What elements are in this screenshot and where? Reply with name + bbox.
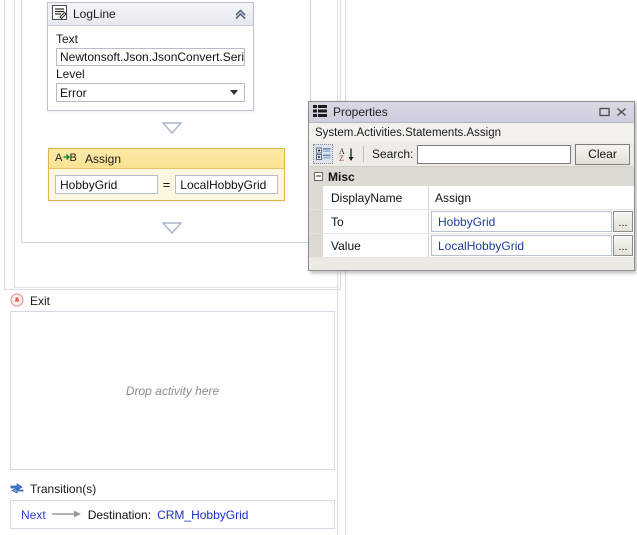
svg-text:Z: Z — [339, 154, 344, 162]
transitions-icon — [10, 481, 24, 498]
toolbar-separator — [363, 146, 364, 162]
transition-next-link[interactable]: Next — [21, 508, 46, 522]
property-name: Value — [323, 234, 429, 257]
level-dropdown[interactable]: Error — [56, 83, 245, 102]
transition-destination-link[interactable]: CRM_HobbyGrid — [157, 508, 248, 522]
connector-arrow-bottom — [161, 222, 183, 235]
assign-title: Assign — [85, 151, 122, 166]
assign-to-input[interactable]: HobbyGrid — [55, 175, 158, 194]
svg-text:B: B — [70, 152, 77, 163]
assign-activity[interactable]: A B Assign HobbyGrid = LocalHobbyGrid — [48, 148, 285, 201]
properties-title: Properties — [333, 105, 388, 119]
properties-window[interactable]: Properties System.Activities.Statements.… — [308, 101, 635, 271]
text-field-input[interactable]: Newtonsoft.Json.JsonConvert.Serialize — [56, 48, 245, 66]
table-row[interactable]: DisplayName Assign — [309, 186, 634, 210]
exit-icon — [10, 293, 24, 310]
property-ellipsis-button[interactable]: ... — [613, 235, 633, 256]
table-row[interactable]: Value LocalHobbyGrid ... — [309, 234, 634, 258]
exit-section-label: Exit — [30, 294, 51, 308]
exit-dropzone[interactable]: Drop activity here — [10, 311, 335, 470]
properties-grid-icon — [313, 104, 327, 120]
search-input[interactable] — [417, 144, 571, 164]
properties-titlebar[interactable]: Properties — [309, 102, 634, 123]
transitions-section-header: Transition(s) — [10, 480, 96, 498]
row-gutter — [309, 234, 323, 257]
chevron-down-icon — [230, 90, 238, 95]
alphabetical-sort-icon[interactable]: A Z — [337, 144, 357, 164]
categorized-view-icon[interactable] — [313, 144, 333, 164]
table-row[interactable]: To HobbyGrid ... — [309, 210, 634, 234]
logline-icon — [52, 5, 67, 23]
transition-row[interactable]: Next Destination: CRM_HobbyGrid — [10, 500, 335, 529]
logline-body: Text Newtonsoft.Json.JsonConvert.Seriali… — [48, 26, 253, 110]
chevron-double-up-icon[interactable] — [231, 5, 249, 23]
property-ellipsis-button[interactable]: ... — [613, 211, 633, 232]
transition-destination-label: Destination: — [87, 507, 152, 522]
property-name: DisplayName — [323, 186, 429, 209]
property-value[interactable]: Assign — [429, 186, 634, 209]
logline-title: LogLine — [73, 7, 116, 21]
property-value[interactable]: LocalHobbyGrid — [431, 235, 612, 256]
category-label: Misc — [328, 169, 355, 184]
row-gutter — [309, 186, 323, 209]
close-icon[interactable] — [613, 105, 630, 120]
exit-section-header: Exit — [10, 292, 50, 310]
arrow-right-icon — [51, 508, 82, 522]
assign-body: HobbyGrid = LocalHobbyGrid — [49, 169, 284, 200]
logline-activity[interactable]: LogLine Text Newtonsoft.Json.JsonConvert… — [47, 2, 254, 111]
assign-equals-sign: = — [162, 177, 171, 192]
row-gutter — [309, 210, 323, 233]
exit-dropzone-text: Drop activity here — [125, 383, 220, 398]
maximize-icon[interactable] — [596, 105, 613, 120]
assign-ab-icon: A B — [55, 151, 79, 166]
properties-type-name: System.Activities.Statements.Assign — [309, 123, 634, 142]
assign-header[interactable]: A B Assign — [49, 149, 284, 169]
property-value[interactable]: HobbyGrid — [431, 211, 612, 232]
text-field-label: Text — [56, 32, 79, 46]
clear-button[interactable]: Clear — [575, 143, 630, 165]
transitions-section-label: Transition(s) — [30, 482, 97, 496]
search-label: Search: — [372, 147, 414, 161]
svg-text:A: A — [55, 152, 63, 163]
level-field-label: Level — [56, 67, 85, 81]
level-dropdown-value: Error — [60, 85, 87, 100]
properties-toolbar: A Z Search: Clear — [309, 142, 634, 167]
workflow-designer-canvas: LogLine Text Newtonsoft.Json.JsonConvert… — [0, 0, 345, 535]
property-category-misc[interactable]: − Misc — [309, 167, 634, 186]
category-expander-icon[interactable]: − — [314, 172, 323, 181]
assign-value-input[interactable]: LocalHobbyGrid — [175, 175, 278, 194]
logline-header[interactable]: LogLine — [48, 3, 253, 26]
property-name: To — [323, 210, 429, 233]
connector-arrow-top — [161, 122, 183, 135]
